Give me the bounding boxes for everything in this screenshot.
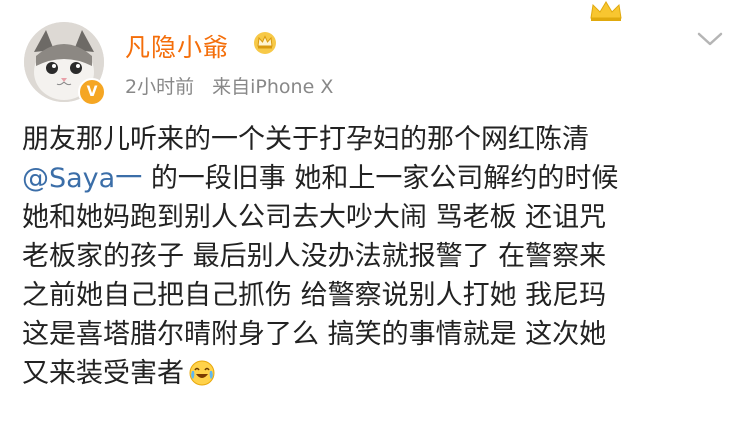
post-line: 老板家的孩子 最后别人没办法就报警了 在警察来 xyxy=(22,241,607,272)
weibo-post: V 凡隐小爺 2小时前 来自iPhone X 朋友那儿听来的一个关于打孕妇的那个… xyxy=(0,0,743,442)
post-meta: 2小时前 来自iPhone X xyxy=(125,72,345,99)
post-line: 又来装受害者 xyxy=(22,354,722,393)
mention-link[interactable]: @Saya一 xyxy=(22,163,142,194)
post-line: 之前她自己把自己抓伤 给警察说别人打她 我尼玛 xyxy=(22,280,607,311)
post-line-text: 的一段旧事 她和上一家公司解约的时候 xyxy=(150,163,619,194)
verified-badge: V xyxy=(78,78,106,106)
chevron-down-icon[interactable] xyxy=(695,28,725,50)
laugh-cry-emoji-icon xyxy=(189,360,215,386)
post-line-text: 又来装受害者 xyxy=(22,358,184,389)
post-line: 这是喜塔腊尔晴附身了么 搞笑的事情就是 这次她 xyxy=(22,319,607,350)
crown-badge-icon xyxy=(254,32,276,54)
post-content: 朋友那儿听来的一个关于打孕妇的那个网红陈清 @Saya一 的一段旧事 她和上一家… xyxy=(22,120,722,393)
username[interactable]: 凡隐小爺 xyxy=(125,28,229,64)
post-line: @Saya一 的一段旧事 她和上一家公司解约的时候 xyxy=(22,159,722,198)
post-line: 她和她妈跑到别人公司去大吵大闹 骂老板 还诅咒 xyxy=(22,202,607,233)
post-time: 2小时前 xyxy=(125,76,195,98)
post-source[interactable]: 来自iPhone X xyxy=(212,76,333,98)
crown-icon xyxy=(590,1,622,21)
post-line: 朋友那儿听来的一个关于打孕妇的那个网红陈清 xyxy=(22,124,589,155)
